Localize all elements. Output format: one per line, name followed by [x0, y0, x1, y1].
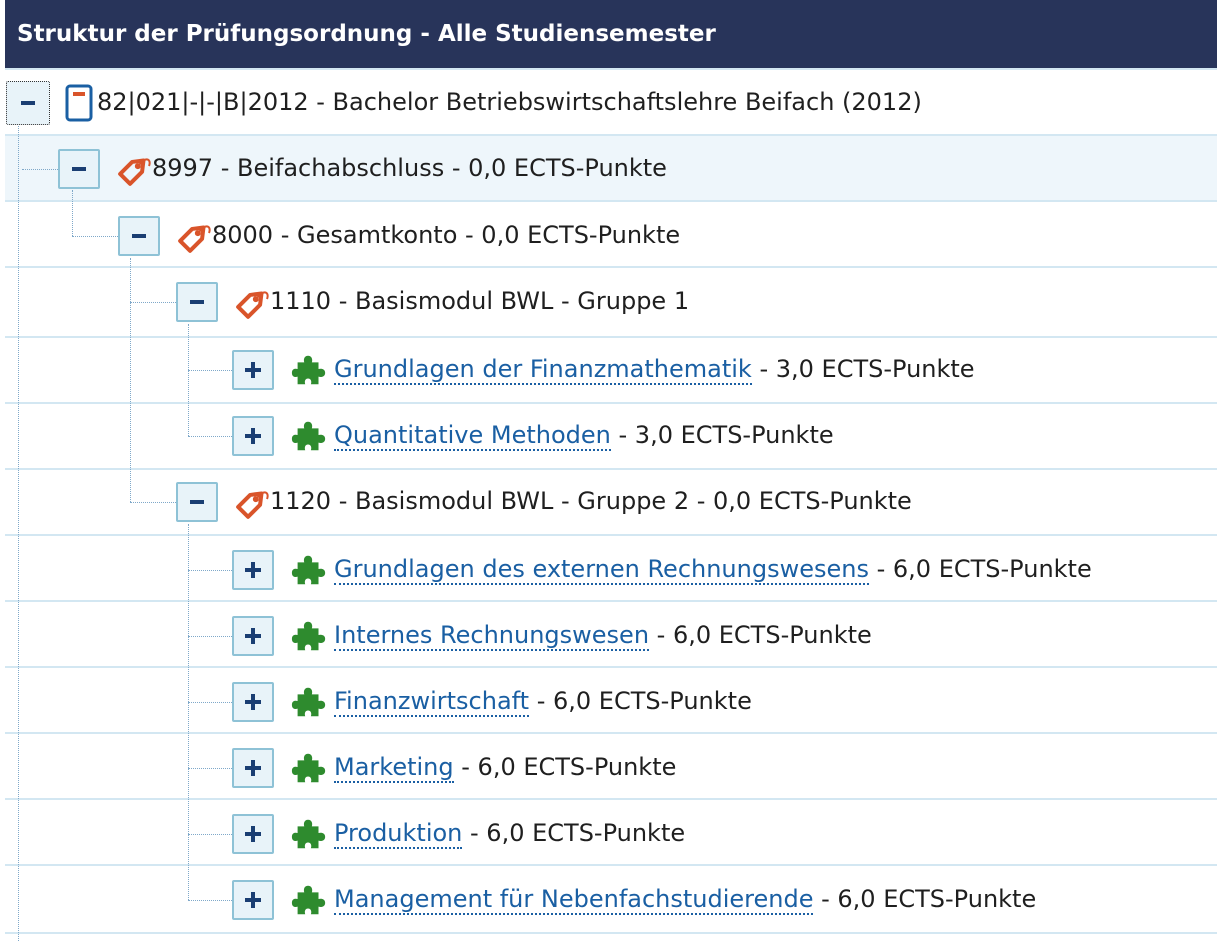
tree-connector [18, 126, 19, 941]
plus-icon-stroke [251, 826, 255, 842]
tag-icon [234, 483, 272, 525]
minus-icon [72, 167, 86, 171]
tree-connector [188, 702, 232, 703]
tree-connector [188, 900, 232, 901]
module-credits: - 6,0 ECTS-Punkte [813, 885, 1037, 913]
tree-connector [188, 570, 232, 571]
tree-connector [188, 324, 189, 436]
module-item-internes-rechnungswesen: Internes Rechnungswesen - 6,0 ECTS-Punkt… [334, 620, 872, 651]
expand-button[interactable] [232, 550, 274, 590]
module-credits: - 6,0 ECTS-Punkte [529, 687, 752, 715]
plus-icon-stroke [251, 362, 255, 378]
expand-button[interactable] [232, 350, 274, 390]
collapse-button[interactable] [58, 149, 100, 189]
expand-button[interactable] [232, 880, 274, 920]
collapse-button[interactable] [6, 81, 50, 125]
module-item-grundlagen-der-finanzmathematik: Grundlagen der Finanzmathematik - 3,0 EC… [334, 354, 975, 385]
tree-connector [188, 636, 232, 637]
plus-icon-stroke [251, 892, 255, 908]
degree-document-icon [64, 83, 94, 127]
puzzle-piece-icon [290, 617, 328, 659]
puzzle-piece-icon [290, 551, 328, 593]
divider [5, 932, 1217, 934]
puzzle-piece-icon [290, 815, 328, 857]
plus-icon-stroke [251, 628, 255, 644]
module-link[interactable]: Grundlagen der Finanzmathematik [334, 355, 752, 385]
tree-connector [72, 190, 73, 236]
expand-button[interactable] [232, 616, 274, 656]
tree-connector [72, 236, 118, 237]
minus-icon [21, 101, 35, 105]
plus-icon-stroke [251, 760, 255, 776]
module-link[interactable]: Finanzwirtschaft [334, 687, 530, 717]
module-link[interactable]: Internes Rechnungswesen [334, 621, 650, 651]
module-credits: - 3,0 ECTS-Punkte [610, 421, 834, 449]
collapse-button[interactable] [176, 282, 218, 322]
tag-icon [116, 150, 154, 192]
plus-icon-stroke [251, 428, 255, 444]
expand-button[interactable] [232, 416, 274, 456]
tree-connector [130, 302, 176, 303]
tree-connector [188, 370, 232, 371]
plus-icon-stroke [251, 562, 255, 578]
module-link[interactable]: Produktion [334, 819, 463, 849]
tag-icon [176, 217, 214, 259]
module-credits: - 6,0 ECTS-Punkte [462, 819, 686, 847]
tree-connector [22, 169, 58, 170]
tag-icon [234, 283, 272, 325]
module-credits: - 3,0 ECTS-Punkte [751, 355, 975, 383]
module-item-quantitative-methoden: Quantitative Methoden - 3,0 ECTS-Punkte [334, 420, 834, 451]
minus-icon [190, 500, 204, 504]
module-link[interactable]: Quantitative Methoden [334, 421, 611, 451]
puzzle-piece-icon [290, 881, 328, 923]
tree-connector [188, 768, 232, 769]
minus-icon [190, 300, 204, 304]
module-link[interactable]: Management für Nebenfachstudierende [334, 885, 814, 915]
collapse-button[interactable] [176, 482, 218, 522]
module-credits: - 6,0 ECTS-Punkte [868, 555, 1092, 583]
module-link[interactable]: Marketing [334, 753, 454, 783]
module-credits: - 6,0 ECTS-Punkte [649, 621, 872, 649]
account-node-label: 8997 - Beifachabschluss - 0,0 ECTS-Punkt… [152, 154, 667, 182]
account-node-label: 1120 - Basismodul BWL - Gruppe 2 - 0,0 E… [270, 487, 912, 515]
tree-connector [188, 524, 189, 900]
expand-button[interactable] [232, 682, 274, 722]
collapse-button[interactable] [118, 216, 160, 256]
tree-connector [130, 258, 131, 502]
module-item-management-für-nebenfachstudierende: Management für Nebenfachstudierende - 6,… [334, 884, 1037, 915]
module-item-produktion: Produktion - 6,0 ECTS-Punkte [334, 818, 686, 849]
module-item-grundlagen-des-externen-rechnungswesens: Grundlagen des externen Rechnungswesens … [334, 554, 1092, 585]
degree-program-label: 82|021|-|-|B|2012 - Bachelor Betriebswir… [97, 88, 922, 116]
tree-connector [188, 436, 232, 437]
expand-button[interactable] [232, 748, 274, 788]
plus-icon-stroke [251, 694, 255, 710]
module-item-marketing: Marketing - 6,0 ECTS-Punkte [334, 752, 677, 783]
puzzle-piece-icon [290, 749, 328, 791]
exam-regulation-tree: 82|021|-|-|B|2012 - Bachelor Betriebswir… [0, 68, 1217, 941]
puzzle-piece-icon [290, 417, 328, 459]
minus-icon [132, 234, 146, 238]
puzzle-piece-icon [290, 683, 328, 725]
tree-connector [130, 502, 176, 503]
module-link[interactable]: Grundlagen des externen Rechnungswesens [334, 555, 869, 585]
puzzle-piece-icon [290, 351, 328, 393]
account-node-label: 8000 - Gesamtkonto - 0,0 ECTS-Punkte [212, 221, 681, 249]
tree-connector [188, 834, 232, 835]
module-credits: - 6,0 ECTS-Punkte [453, 753, 677, 781]
module-item-finanzwirtschaft: Finanzwirtschaft - 6,0 ECTS-Punkte [334, 686, 752, 717]
page-title: Struktur der Prüfungsordnung - Alle Stud… [5, 0, 1217, 68]
expand-button[interactable] [232, 814, 274, 854]
account-node-label: 1110 - Basismodul BWL - Gruppe 1 [270, 287, 690, 315]
